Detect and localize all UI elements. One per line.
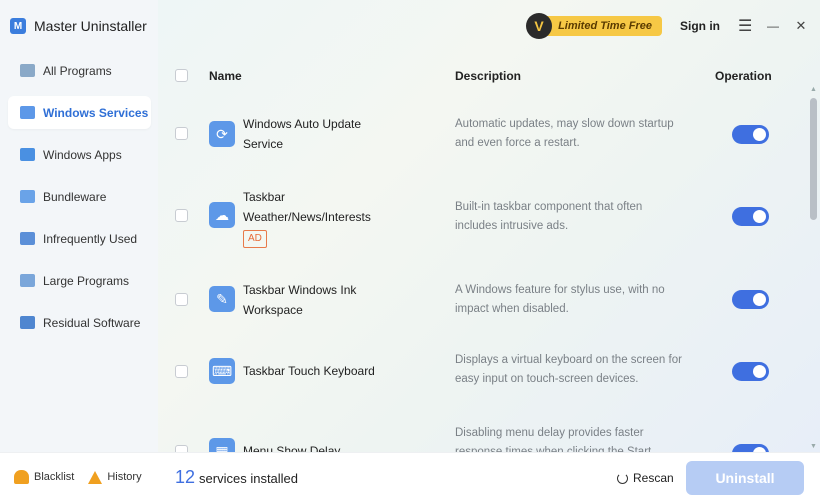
- service-description: Automatic updates, may slow down startup…: [455, 118, 674, 149]
- large-program-icon: [20, 274, 35, 287]
- history-link[interactable]: History: [88, 470, 142, 484]
- sidebar-item-large-programs[interactable]: Large Programs: [8, 264, 151, 297]
- row-checkbox[interactable]: [175, 127, 188, 140]
- column-header-name: Name: [209, 69, 242, 83]
- sidebar-item-label: All Programs: [43, 63, 112, 78]
- windows-grid-icon: [20, 106, 35, 119]
- app-title: M Master Uninstaller: [10, 18, 147, 34]
- service-toggle[interactable]: [732, 290, 769, 309]
- services-count-label: services installed: [199, 471, 299, 486]
- ghost-icon: [14, 470, 29, 484]
- apps-icon: [20, 148, 35, 161]
- calendar-icon: [20, 232, 35, 245]
- residual-icon: [20, 316, 35, 329]
- sidebar-item-label: Bundleware: [43, 189, 107, 204]
- table-row: ▦ Menu Show Delay Disabling menu delay p…: [158, 424, 808, 452]
- sidebar-nav: All Programs Windows Services Windows Ap…: [8, 54, 151, 348]
- rescan-label: Rescan: [633, 471, 674, 485]
- topbar: V Limited Time Free Sign in ☰ — ✕: [526, 13, 808, 39]
- service-name-block: Taskbar Weather/News/Interests AD: [243, 187, 393, 248]
- scroll-up-icon[interactable]: ▲: [810, 86, 817, 93]
- services-count: 12 services installed: [175, 467, 298, 488]
- sidebar-item-label: Residual Software: [43, 315, 141, 330]
- scrollbar[interactable]: ▲ ▼: [809, 86, 818, 450]
- sidebar-item-residual-software[interactable]: Residual Software: [8, 306, 151, 339]
- rescan-button[interactable]: Rescan: [617, 471, 674, 485]
- table-header: Name Description Operation: [158, 62, 808, 90]
- table-row: ✎ Taskbar Windows Ink Workspace A Window…: [158, 256, 808, 340]
- history-label: History: [107, 471, 142, 483]
- sidebar-item-label: Infrequently Used: [43, 231, 138, 246]
- sidebar-item-label: Windows Services: [43, 105, 149, 120]
- sidebar: M Master Uninstaller All Programs Window…: [0, 0, 158, 452]
- refresh-icon: ⟳: [209, 121, 235, 147]
- main-panel: V Limited Time Free Sign in ☰ — ✕ Name D…: [158, 0, 820, 452]
- column-header-description: Description: [455, 69, 522, 83]
- service-description: A Windows feature for stylus use, with n…: [455, 284, 665, 315]
- signin-link[interactable]: Sign in: [680, 19, 720, 33]
- service-name: Menu Show Delay: [243, 444, 341, 452]
- uninstall-button[interactable]: Uninstall: [686, 461, 804, 495]
- services-list: ⟳ Windows Auto Update Service Automatic …: [158, 90, 808, 452]
- row-checkbox[interactable]: [175, 445, 188, 452]
- service-description: Disabling menu delay provides faster res…: [455, 427, 652, 452]
- bottom-bar: Blacklist History 12 services installed …: [0, 452, 820, 502]
- service-description: Displays a virtual keyboard on the scree…: [455, 354, 682, 385]
- sidebar-item-label: Windows Apps: [43, 147, 122, 162]
- sidebar-item-bundleware[interactable]: Bundleware: [8, 180, 151, 213]
- sidebar-item-windows-apps[interactable]: Windows Apps: [8, 138, 151, 171]
- service-toggle[interactable]: [732, 207, 769, 226]
- column-header-operation: Operation: [715, 69, 772, 83]
- cloud-icon: ☁: [209, 202, 235, 228]
- close-icon[interactable]: ✕: [794, 18, 808, 34]
- footer-links: Blacklist History: [14, 470, 142, 484]
- service-toggle[interactable]: [732, 125, 769, 144]
- app-logo-icon: M: [10, 18, 26, 34]
- sidebar-item-all-programs[interactable]: All Programs: [8, 54, 151, 87]
- blacklist-link[interactable]: Blacklist: [14, 470, 74, 484]
- scroll-thumb[interactable]: [810, 98, 817, 220]
- scroll-down-icon[interactable]: ▼: [810, 443, 817, 450]
- minimize-icon[interactable]: —: [766, 19, 780, 33]
- row-checkbox[interactable]: [175, 293, 188, 306]
- service-description: Built-in taskbar component that often in…: [455, 201, 643, 232]
- sidebar-item-infrequently-used[interactable]: Infrequently Used: [8, 222, 151, 255]
- monitor-icon: [20, 64, 35, 77]
- services-count-number: 12: [175, 467, 196, 487]
- service-name: Taskbar Weather/News/Interests: [243, 190, 371, 224]
- select-all-checkbox[interactable]: [175, 69, 188, 82]
- vip-icon: V: [526, 13, 553, 39]
- sidebar-item-windows-services[interactable]: Windows Services: [8, 96, 151, 129]
- menu-icon[interactable]: ☰: [738, 16, 752, 36]
- service-toggle[interactable]: [732, 362, 769, 381]
- ad-badge: AD: [243, 230, 267, 248]
- row-checkbox[interactable]: [175, 365, 188, 378]
- service-name: Windows Auto Update Service: [243, 117, 362, 151]
- blacklist-label: Blacklist: [34, 471, 75, 483]
- promo-label: Limited Time Free: [542, 16, 662, 36]
- sidebar-item-label: Large Programs: [43, 273, 130, 288]
- service-name: Taskbar Windows Ink Workspace: [243, 283, 357, 317]
- pen-icon: ✎: [209, 286, 235, 312]
- keyboard-icon: ⌨: [209, 358, 235, 384]
- table-row: ☁ Taskbar Weather/News/Interests AD Buil…: [158, 172, 808, 256]
- promo-badge[interactable]: V Limited Time Free: [526, 13, 662, 39]
- app-name: Master Uninstaller: [34, 18, 147, 34]
- table-row: ⟳ Windows Auto Update Service Automatic …: [158, 90, 808, 172]
- window-controls: ☰ — ✕: [738, 16, 808, 36]
- service-toggle[interactable]: [732, 444, 769, 452]
- rescan-icon: [617, 472, 628, 484]
- bundle-icon: [20, 190, 35, 203]
- table-row: ⌨ Taskbar Touch Keyboard Displays a virt…: [158, 340, 808, 418]
- menu-grid-icon: ▦: [209, 438, 235, 452]
- service-name: Taskbar Touch Keyboard: [243, 364, 375, 378]
- warning-icon: [88, 470, 103, 484]
- row-checkbox[interactable]: [175, 209, 188, 222]
